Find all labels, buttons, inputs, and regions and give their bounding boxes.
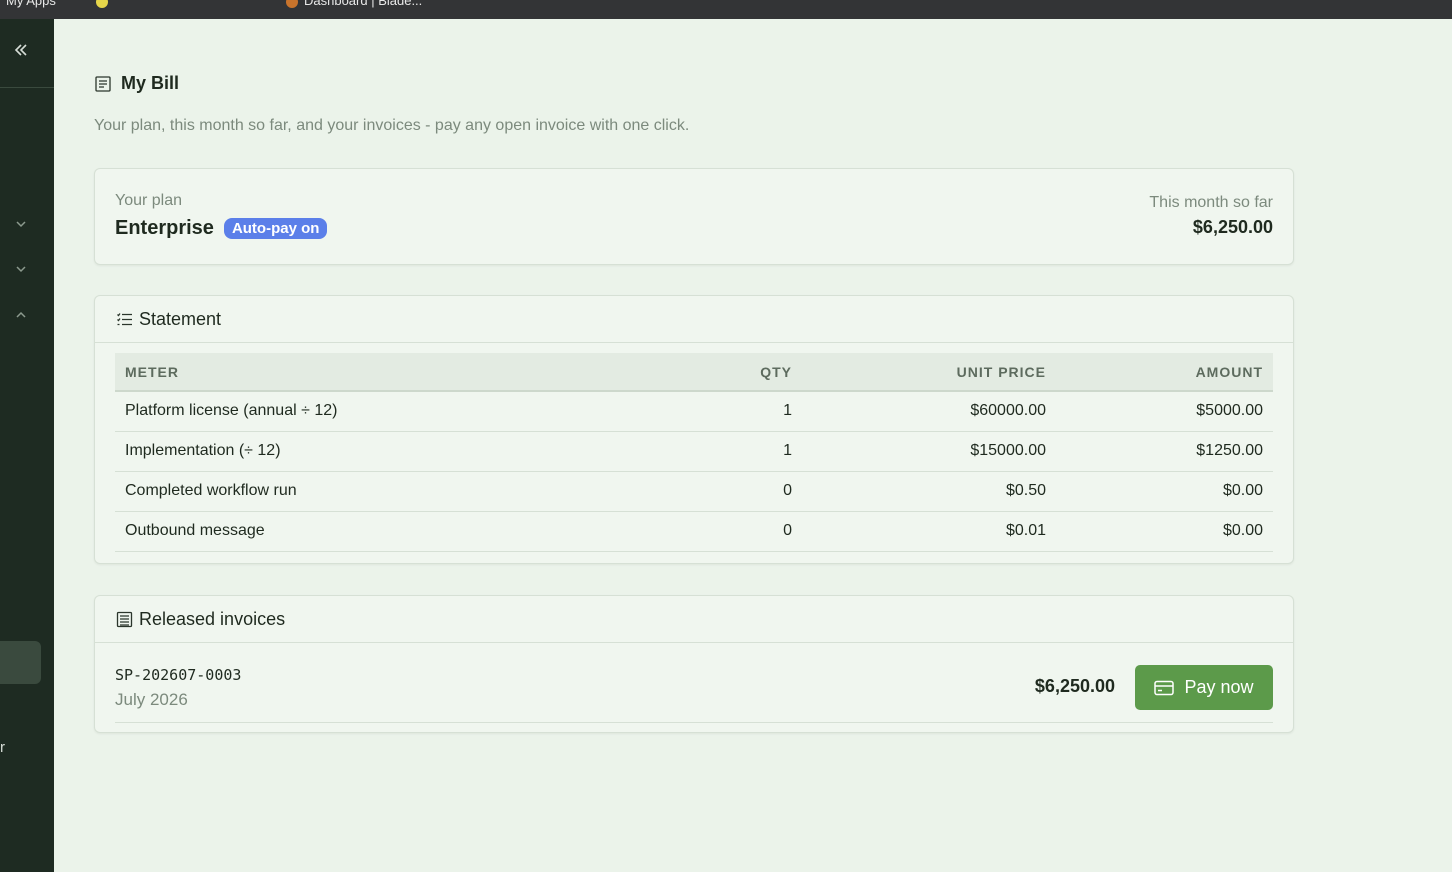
invoice-icon: [116, 611, 133, 627]
sidebar-group-toggle-2[interactable]: [12, 260, 30, 278]
table-row: Completed workflow run 0 $0.50 $0.00: [115, 471, 1273, 512]
sidebar-divider: [0, 87, 54, 88]
amount-cell: $5000.00: [1056, 391, 1273, 432]
bookmark-2[interactable]: [96, 0, 114, 8]
sidebar-item-label: r: [0, 739, 5, 756]
qty-cell: 0: [605, 511, 802, 552]
page-header: My Bill: [94, 73, 179, 94]
table-header-row: METER QTY UNIT PRICE AMOUNT: [115, 353, 1273, 392]
table-row: Platform license (annual ÷ 12) 1 $60000.…: [115, 391, 1273, 432]
unit-price-cell: $15000.00: [802, 431, 1056, 472]
month-total-value: $6,250.00: [1192, 217, 1273, 237]
invoice-period: July 2026: [115, 690, 188, 709]
column-header-unit-price: UNIT PRICE: [802, 353, 1056, 392]
qty-cell: 1: [605, 391, 802, 432]
qty-cell: 0: [605, 471, 802, 512]
credit-card-icon: [1154, 680, 1175, 695]
amount-cell: $1250.00: [1056, 431, 1273, 472]
amount-cell: $0.00: [1056, 471, 1273, 512]
list-icon: [117, 312, 132, 325]
collapse-sidebar-button[interactable]: [10, 39, 32, 63]
plan-label: Your plan: [115, 192, 183, 209]
pay-now-button[interactable]: Pay now: [1135, 665, 1273, 710]
table-row: Outbound message 0 $0.01 $0.00: [115, 511, 1273, 552]
bookmark-favicon: [286, 0, 298, 8]
statement-table: METER QTY UNIT PRICE AMOUNT Platform lic…: [115, 353, 1273, 552]
chevron-down-icon: [16, 266, 26, 273]
double-chevron-left-icon: [14, 44, 27, 56]
plan-name: Enterprise: [115, 217, 214, 239]
page-title: My Bill: [121, 73, 180, 93]
statement-card: Statement METER QTY UNIT PRICE AMOUNT Pl…: [94, 295, 1294, 564]
invoice-id: SP-202607-0003: [115, 666, 242, 684]
invoices-header: Released invoices: [95, 596, 1293, 643]
column-header-meter: METER: [115, 353, 605, 392]
bookmark-dashboard[interactable]: Dashboard | Blade...: [286, 0, 422, 8]
chevron-down-icon: [16, 221, 26, 228]
bookmark-my-apps[interactable]: My Apps: [6, 0, 56, 8]
unit-price-cell: $0.01: [802, 511, 1056, 552]
invoice-amount: $6,250.00: [1034, 676, 1115, 696]
sidebar-group-toggle-1[interactable]: [12, 215, 30, 233]
table-row: Implementation (÷ 12) 1 $15000.00 $1250.…: [115, 431, 1273, 472]
chevron-up-icon: [16, 311, 26, 318]
column-header-qty: QTY: [605, 353, 802, 392]
meter-cell: Outbound message: [115, 511, 605, 552]
column-header-amount: AMOUNT: [1056, 353, 1273, 392]
unit-price-cell: $0.50: [802, 471, 1056, 512]
meter-cell: Platform license (annual ÷ 12): [115, 391, 605, 432]
page-subtitle: Your plan, this month so far, and your i…: [94, 117, 690, 134]
sidebar-item-active[interactable]: [0, 641, 41, 684]
plan-row: Enterprise Auto-pay on: [115, 217, 328, 240]
month-total-label: This month so far: [1149, 194, 1273, 211]
unit-price-cell: $60000.00: [802, 391, 1056, 432]
statement-title: Statement: [139, 308, 222, 329]
sidebar-group-toggle-3[interactable]: [12, 306, 30, 324]
bookmark-favicon: [96, 0, 108, 8]
amount-cell: $0.00: [1056, 511, 1273, 552]
pay-now-label: Pay now: [1184, 677, 1254, 697]
statement-header: Statement: [95, 296, 1293, 343]
meter-cell: Implementation (÷ 12): [115, 431, 605, 472]
auto-pay-badge: Auto-pay on: [223, 218, 328, 239]
invoices-title: Released invoices: [139, 608, 286, 629]
plan-card: Your plan Enterprise Auto-pay on This mo…: [94, 168, 1294, 265]
receipt-icon: [95, 75, 111, 92]
meter-cell: Completed workflow run: [115, 471, 605, 512]
invoices-card: Released invoices SP-202607-0003 July 20…: [94, 595, 1294, 733]
sidebar: r: [0, 19, 54, 872]
invoice-row: SP-202607-0003 July 2026 $6,250.00 Pay n…: [115, 643, 1273, 723]
bookmarks-bar: My Apps Dashboard | Blade...: [0, 0, 1452, 19]
qty-cell: 1: [605, 431, 802, 472]
